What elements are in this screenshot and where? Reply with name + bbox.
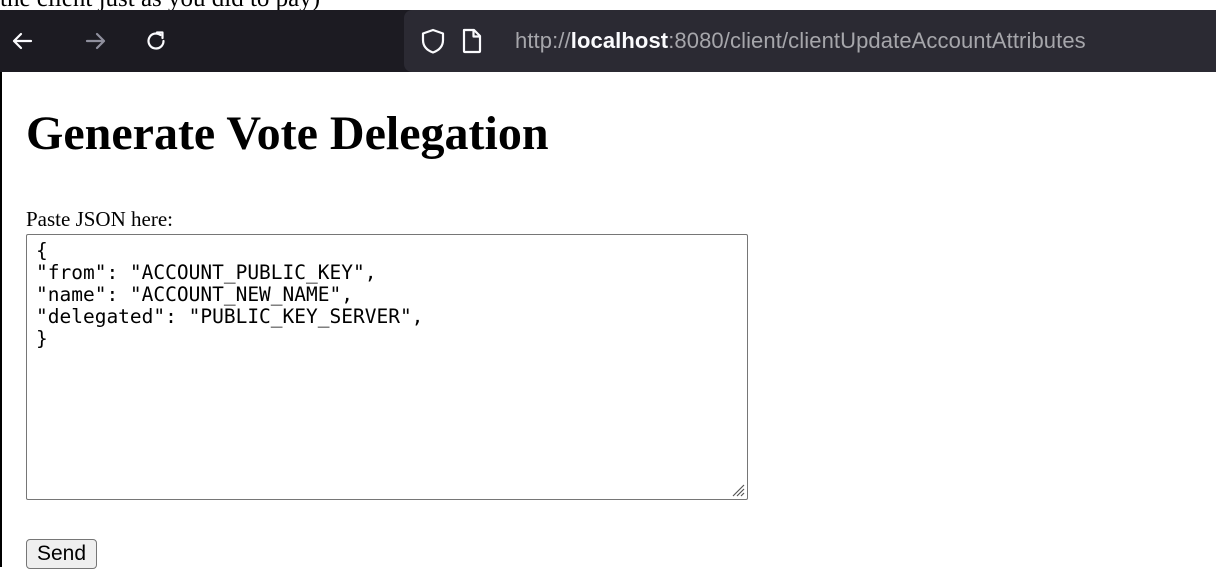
forward-arrow-icon [85, 32, 106, 50]
reload-button[interactable] [134, 10, 178, 72]
url-path: :8080/client/clientUpdateAccountAttribut… [668, 28, 1086, 53]
reload-icon [147, 31, 165, 50]
json-textarea-value[interactable]: { "from": "ACCOUNT_PUBLIC_KEY", "name": … [36, 240, 423, 350]
url-host: localhost [570, 28, 669, 53]
back-button[interactable] [0, 10, 44, 72]
url-bar[interactable]: http://localhost:8080/client/clientUpdat… [404, 10, 1216, 72]
page-title: Generate Vote Delegation [26, 107, 549, 160]
forward-button[interactable] [74, 10, 118, 72]
browser-toolbar: http://localhost:8080/client/clientUpdat… [0, 10, 1216, 72]
shield-icon[interactable] [420, 27, 446, 55]
back-arrow-icon [12, 32, 33, 50]
page-content: Generate Vote Delegation Paste JSON here… [0, 72, 1216, 569]
url-text[interactable]: http://localhost:8080/client/clientUpdat… [515, 28, 1086, 54]
json-label: Paste JSON here: [26, 207, 173, 231]
resize-grip-icon[interactable] [729, 481, 745, 497]
json-textarea[interactable]: { "from": "ACCOUNT_PUBLIC_KEY", "name": … [26, 234, 748, 500]
send-button[interactable]: Send [26, 539, 98, 569]
page-icon[interactable] [460, 27, 484, 55]
url-scheme: http:// [515, 28, 571, 53]
